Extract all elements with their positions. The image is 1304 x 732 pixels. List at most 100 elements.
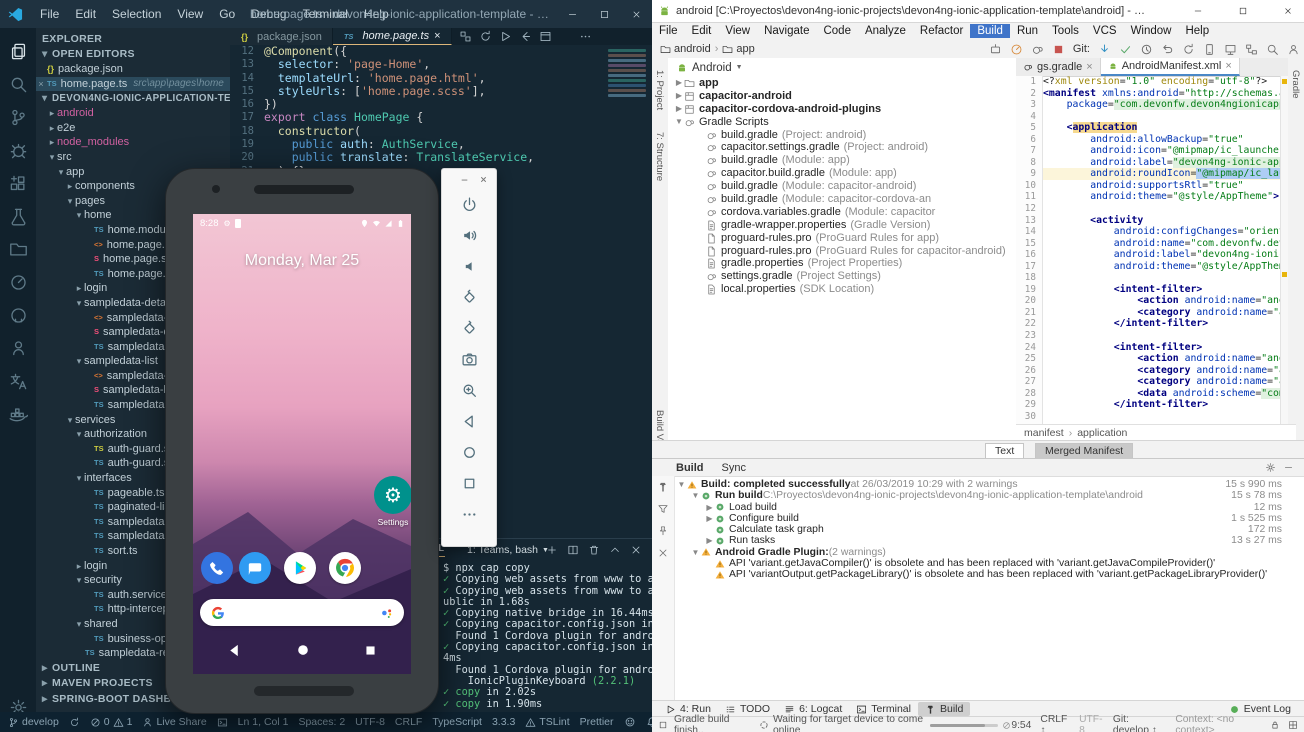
project-tree-item[interactable]: gradle.properties(Project Properties) xyxy=(668,257,1016,270)
google-search-bar[interactable] xyxy=(200,599,404,626)
file-encoding[interactable]: UTF-8 xyxy=(1079,714,1104,732)
close-icon[interactable]: × xyxy=(1086,61,1092,73)
menu-edit[interactable]: Edit xyxy=(68,5,103,23)
emulator-circle-o-button[interactable] xyxy=(442,437,496,468)
folder-icon[interactable] xyxy=(0,234,36,264)
emulator-close-button[interactable] xyxy=(479,175,488,184)
live-share-button[interactable]: Live Share xyxy=(142,716,206,728)
phone2-icon[interactable] xyxy=(1203,43,1216,56)
translate-icon[interactable] xyxy=(0,366,36,396)
menu-tools[interactable]: Tools xyxy=(1045,24,1086,38)
status-box-icon[interactable] xyxy=(658,720,668,730)
debug-icon[interactable] xyxy=(0,135,36,165)
open-editors-header[interactable]: ▾OPEN EDITORS xyxy=(36,47,230,62)
layout-grid-icon[interactable] xyxy=(1288,720,1298,730)
project-tree-item[interactable]: ▼Gradle Scripts xyxy=(668,116,1016,129)
terminal-indicator-icon[interactable] xyxy=(217,717,228,728)
status-crlf[interactable]: CRLF xyxy=(395,716,422,728)
search-icon[interactable] xyxy=(1266,43,1279,56)
menu-build[interactable]: Build xyxy=(970,24,1010,38)
menu-file[interactable]: File xyxy=(33,5,66,23)
tab-gs-gradle[interactable]: gs.gradle× xyxy=(1016,58,1101,76)
project-tree-item[interactable]: build.gradle(Module: capacitor-android) xyxy=(668,180,1016,193)
status-tslint[interactable]: TSLint xyxy=(525,716,569,728)
emulator-rot-l-button[interactable] xyxy=(442,282,496,313)
tree-item[interactable]: ▸node_modules xyxy=(36,135,230,150)
breadcrumb-manifest[interactable]: manifest xyxy=(1024,427,1064,439)
menu-window[interactable]: Window xyxy=(1124,24,1179,38)
nav-home-button[interactable] xyxy=(296,643,310,657)
settings-app[interactable]: ⚙ Settings xyxy=(371,476,411,527)
back-icon[interactable] xyxy=(519,30,532,43)
menu-code[interactable]: Code xyxy=(816,24,858,38)
minimap[interactable] xyxy=(604,47,650,167)
tool-tab-1-project[interactable]: 1: Project xyxy=(654,70,665,110)
close-icon[interactable] xyxy=(652,542,674,564)
project-tree-item[interactable]: build.gradle(Module: capacitor-cordova-a… xyxy=(668,193,1016,206)
close-icon[interactable]: × xyxy=(434,30,440,42)
sdk-icon[interactable] xyxy=(1224,43,1237,56)
project-tree-item[interactable]: gradle-wrapper.properties(Gradle Version… xyxy=(668,219,1016,232)
menu-refactor[interactable]: Refactor xyxy=(913,24,970,38)
tool-tab-gradle[interactable]: Gradle xyxy=(1290,70,1301,99)
emulator-minimize-button[interactable] xyxy=(460,175,469,184)
status-utf-8[interactable]: UTF-8 xyxy=(355,716,385,728)
progress-cancel-icon[interactable] xyxy=(1002,721,1011,730)
problems-indicator[interactable]: 01 xyxy=(90,716,133,728)
tab-home-page-ts[interactable]: TShome.page.ts× xyxy=(333,28,452,45)
project-tree-item[interactable]: settings.gradle(Project Settings) xyxy=(668,270,1016,283)
breadcrumb-application[interactable]: application xyxy=(1077,427,1127,439)
caret-position[interactable]: 9:54 xyxy=(1011,720,1031,731)
files-icon[interactable] xyxy=(0,36,36,66)
project-tree-item[interactable]: ▶app xyxy=(668,77,1016,90)
project-tree-item[interactable]: ▶capacitor-android xyxy=(668,90,1016,103)
gauge-icon[interactable] xyxy=(0,267,36,297)
build-output-row[interactable]: Calculate task graph172 ms xyxy=(676,524,1296,535)
build-output-row[interactable]: ▶Run tasks13 s 27 ms xyxy=(676,535,1296,546)
gauge-icon[interactable] xyxy=(1010,43,1023,56)
tool-tab-7-structure[interactable]: 7: Structure xyxy=(654,132,665,181)
status-spaces-2[interactable]: Spaces: 2 xyxy=(298,716,345,728)
stop-icon[interactable] xyxy=(1052,43,1065,56)
emulator-vol-up-button[interactable] xyxy=(442,220,496,251)
sync-icon[interactable] xyxy=(1182,43,1195,56)
run-icon[interactable] xyxy=(499,30,512,43)
tree-item[interactable]: ▸android xyxy=(36,106,230,121)
emulator-screen[interactable]: 8:28 ⚙ Monday, Mar 25 ⚙ Settings xyxy=(193,214,411,674)
project-root-header[interactable]: ▾DEVON4NG-IONIC-APPLICATION-TEMPLATE xyxy=(36,91,230,106)
emulator-power-button[interactable] xyxy=(442,189,496,220)
tab-sync[interactable]: Sync xyxy=(722,462,746,474)
project-tree-item[interactable]: local.properties(SDK Location) xyxy=(668,283,1016,296)
vscode-minimize-button[interactable] xyxy=(556,0,588,28)
docker-icon[interactable] xyxy=(0,399,36,429)
menu-view[interactable]: View xyxy=(170,5,210,23)
emulator-camera-button[interactable] xyxy=(442,344,496,375)
project-tree-item[interactable]: build.gradle(Project: android) xyxy=(668,129,1016,142)
git-clock-icon[interactable] xyxy=(1140,43,1153,56)
sync-icon[interactable] xyxy=(479,30,492,43)
vscode-close-button[interactable] xyxy=(620,0,652,28)
build-collapse-icon[interactable] xyxy=(1283,462,1294,473)
manifest-code[interactable]: <?xml version="1.0" encoding="utf-8"?><m… xyxy=(1043,76,1281,424)
pin-icon[interactable] xyxy=(652,520,674,542)
menu-go[interactable]: Go xyxy=(212,5,242,23)
menu-view[interactable]: View xyxy=(718,24,757,38)
filter-icon[interactable] xyxy=(652,498,674,520)
tree-item[interactable]: ▸e2e xyxy=(36,121,230,136)
tab-build[interactable]: Build xyxy=(676,462,704,474)
nav-overview-button[interactable] xyxy=(364,644,377,657)
vscode-maximize-button[interactable] xyxy=(588,0,620,28)
studio-close-button[interactable] xyxy=(1272,0,1304,22)
git-branch-widget[interactable]: Git: develop ↕ xyxy=(1113,714,1167,732)
nav-back-button[interactable] xyxy=(227,643,242,658)
branch-indicator[interactable]: develop xyxy=(8,716,59,728)
source-control-icon[interactable] xyxy=(0,102,36,132)
menu-selection[interactable]: Selection xyxy=(105,5,168,23)
breadcrumb-android[interactable]: android xyxy=(660,43,711,55)
menu-analyze[interactable]: Analyze xyxy=(858,24,913,38)
messages-app-icon[interactable] xyxy=(239,552,271,584)
chev-up-icon[interactable] xyxy=(609,544,621,556)
build-output-row[interactable]: ▶Configure build1 s 525 ms xyxy=(676,513,1296,524)
build-output-row[interactable]: ▶Load build12 ms xyxy=(676,502,1296,513)
split-rect-icon[interactable] xyxy=(567,544,579,556)
